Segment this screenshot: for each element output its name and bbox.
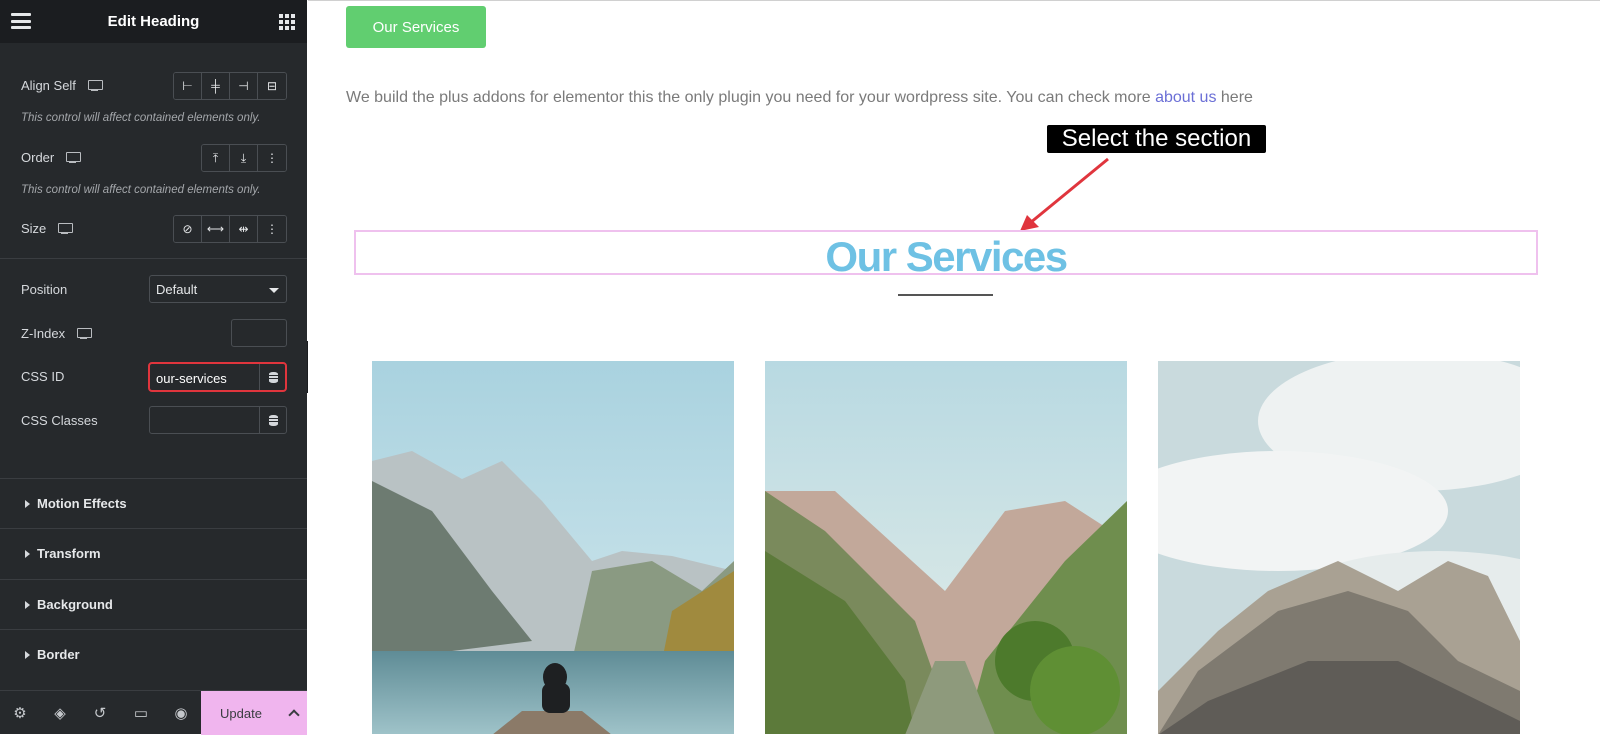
section-label: Background bbox=[37, 597, 113, 612]
section-motion-effects[interactable]: Motion Effects bbox=[0, 478, 307, 528]
section-label: Motion Effects bbox=[37, 496, 127, 511]
our-services-button[interactable]: Our Services bbox=[346, 6, 486, 48]
css-classes-control: CSS Classes bbox=[0, 405, 307, 435]
align-self-buttons: ⊢ ╪ ⊣ ⊟ bbox=[173, 72, 287, 100]
section-border[interactable]: Border bbox=[0, 629, 307, 679]
css-id-input[interactable]: our-services bbox=[149, 363, 260, 391]
align-self-control: Align Self ⊢ ╪ ⊣ ⊟ bbox=[0, 72, 307, 102]
update-button[interactable]: Update bbox=[201, 691, 281, 735]
section-heading[interactable]: Our Services bbox=[356, 233, 1536, 281]
align-end-icon[interactable]: ⊣ bbox=[230, 73, 258, 99]
size-control: Size ⊘ ⟷ ⇹ ⋮ bbox=[0, 215, 307, 245]
section-label: Border bbox=[37, 647, 80, 662]
zindex-control: Z-Index bbox=[0, 318, 307, 348]
responsive-desktop-icon[interactable] bbox=[66, 152, 82, 163]
gallery-image-ridge[interactable] bbox=[1158, 361, 1520, 734]
history-icon[interactable]: ↺ bbox=[90, 703, 110, 723]
position-label: Position bbox=[21, 282, 68, 297]
annotation-callout: Select the section bbox=[1047, 125, 1266, 153]
zindex-input[interactable] bbox=[231, 319, 287, 347]
annotation-arrow-icon bbox=[1020, 157, 1109, 231]
widgets-grid-icon[interactable] bbox=[279, 14, 295, 30]
database-icon bbox=[268, 414, 278, 426]
gallery-image-valley[interactable] bbox=[765, 361, 1127, 734]
align-start-icon[interactable]: ⊢ bbox=[174, 73, 202, 99]
responsive-desktop-icon[interactable] bbox=[87, 80, 103, 91]
order-first-icon[interactable]: ⤒ bbox=[202, 145, 230, 171]
size-label: Size bbox=[21, 221, 47, 236]
css-id-control: CSS ID our-services bbox=[0, 362, 307, 392]
order-control: Order ⤒ ⤓ ⋮ bbox=[0, 144, 307, 174]
align-self-note: This control will affect contained eleme… bbox=[21, 112, 261, 124]
about-us-link[interactable]: about us bbox=[1155, 89, 1216, 106]
intro-paragraph: We build the plus addons for elementor t… bbox=[346, 89, 1253, 107]
section-background[interactable]: Background bbox=[0, 579, 307, 629]
selected-heading-section[interactable]: Our Services bbox=[354, 230, 1538, 280]
size-none-icon[interactable]: ⊘ bbox=[174, 216, 202, 242]
more-options-icon[interactable]: ⋮ bbox=[258, 145, 286, 171]
intro-suffix: here bbox=[1216, 89, 1253, 106]
caret-right-icon bbox=[25, 601, 30, 609]
responsive-mode-icon[interactable]: ▭ bbox=[131, 703, 151, 723]
order-last-icon[interactable]: ⤓ bbox=[230, 145, 258, 171]
css-id-label: CSS ID bbox=[21, 369, 65, 384]
align-stretch-icon[interactable]: ⊟ bbox=[258, 73, 286, 99]
order-label: Order bbox=[21, 150, 55, 165]
editor-panel: Edit Heading Align Self ⊢ ╪ ⊣ ⊟ This con… bbox=[0, 0, 307, 735]
order-note: This control will affect contained eleme… bbox=[21, 184, 261, 196]
caret-right-icon bbox=[25, 651, 30, 659]
align-self-label: Align Self bbox=[21, 78, 76, 93]
section-label: Transform bbox=[37, 546, 101, 561]
zindex-label: Z-Index bbox=[21, 326, 66, 341]
chevron-up-icon[interactable] bbox=[281, 691, 307, 735]
divider bbox=[0, 258, 307, 259]
position-select[interactable]: Default bbox=[149, 275, 287, 303]
database-icon bbox=[268, 371, 278, 383]
css-classes-input[interactable] bbox=[149, 406, 260, 434]
hamburger-menu-icon[interactable] bbox=[11, 13, 31, 29]
size-buttons: ⊘ ⟷ ⇹ ⋮ bbox=[173, 215, 287, 243]
position-select-value: Default bbox=[156, 282, 198, 297]
heading-divider bbox=[898, 294, 993, 296]
more-options-icon[interactable]: ⋮ bbox=[258, 216, 286, 242]
responsive-desktop-icon[interactable] bbox=[77, 328, 93, 339]
settings-gear-icon[interactable]: ⚙ bbox=[10, 703, 30, 723]
gallery-image-lake[interactable] bbox=[372, 361, 734, 734]
order-buttons: ⤒ ⤓ ⋮ bbox=[201, 144, 287, 172]
caret-right-icon bbox=[25, 550, 30, 558]
dynamic-tags-button[interactable] bbox=[259, 363, 287, 391]
css-classes-label: CSS Classes bbox=[21, 413, 98, 428]
panel-header: Edit Heading bbox=[0, 0, 307, 43]
size-shrink-icon[interactable]: ⇹ bbox=[230, 216, 258, 242]
intro-text: We build the plus addons for elementor t… bbox=[346, 89, 1156, 106]
preview-eye-icon[interactable]: ◉ bbox=[171, 703, 191, 723]
navigator-layers-icon[interactable]: ◈ bbox=[50, 703, 70, 723]
position-control: Position Default bbox=[0, 274, 307, 304]
preview-canvas: Our Services We build the plus addons fo… bbox=[308, 0, 1600, 734]
panel-footer: ⚙ ◈ ↺ ▭ ◉ Update bbox=[0, 690, 307, 735]
dynamic-tags-button[interactable] bbox=[259, 406, 287, 434]
section-transform[interactable]: Transform bbox=[0, 528, 307, 578]
align-center-icon[interactable]: ╪ bbox=[202, 73, 230, 99]
size-grow-icon[interactable]: ⟷ bbox=[202, 216, 230, 242]
responsive-desktop-icon[interactable] bbox=[58, 223, 74, 234]
caret-down-icon bbox=[269, 288, 279, 293]
caret-right-icon bbox=[25, 500, 30, 508]
panel-title: Edit Heading bbox=[107, 13, 200, 30]
